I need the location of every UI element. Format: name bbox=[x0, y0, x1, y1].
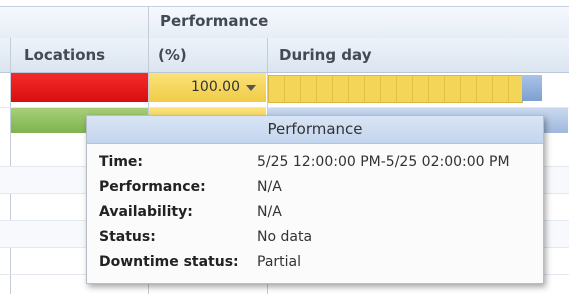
performance-percent-cell[interactable]: 100.00 bbox=[149, 73, 266, 102]
performance-percent-value: 100.00 bbox=[191, 79, 240, 95]
location-status-cell[interactable] bbox=[11, 73, 148, 102]
timeline-segment[interactable] bbox=[522, 75, 542, 101]
chevron-down-icon[interactable] bbox=[246, 85, 256, 91]
tooltip-title: Performance bbox=[87, 116, 543, 144]
tooltip-label: Downtime status: bbox=[99, 254, 239, 270]
during-day-column-header[interactable]: During day bbox=[279, 46, 371, 64]
tooltip-label: Status: bbox=[99, 229, 156, 245]
tooltip-value: N/A bbox=[257, 204, 282, 220]
tooltip-value: 5/25 12:00:00 PM-5/25 02:00:00 PM bbox=[257, 154, 510, 170]
tooltip-label: Performance: bbox=[99, 179, 206, 195]
performance-tooltip: Performance Time: 5/25 12:00:00 PM-5/25 … bbox=[86, 115, 544, 284]
tooltip-value: N/A bbox=[257, 179, 282, 195]
tooltip-label: Availability: bbox=[99, 204, 193, 220]
group-header-row bbox=[0, 6, 569, 39]
percent-column-header[interactable]: (%) bbox=[158, 46, 187, 64]
locations-column-header[interactable]: Locations bbox=[24, 46, 105, 64]
during-day-timeline-bar[interactable] bbox=[268, 75, 523, 103]
tooltip-value: No data bbox=[257, 229, 313, 245]
tooltip-label: Time: bbox=[99, 154, 144, 170]
performance-group-header: Performance bbox=[160, 12, 269, 30]
tooltip-value: Partial bbox=[257, 254, 301, 270]
